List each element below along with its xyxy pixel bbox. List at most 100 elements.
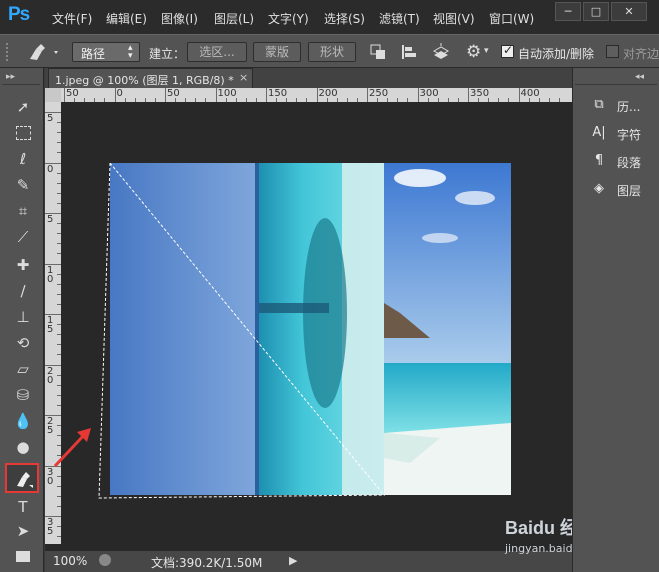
clone-stamp-tool-icon[interactable]: ⊥ (10, 306, 36, 328)
status-menu-arrow-icon[interactable]: ▶ (289, 554, 297, 567)
ruler-minor-tick (57, 334, 61, 336)
menu-view[interactable]: 视图(V) (433, 10, 475, 27)
ruler-minor-tick (57, 394, 61, 396)
ruler-minor-tick (57, 223, 61, 225)
ruler-minor-tick (508, 98, 510, 102)
ruler-minor-tick (356, 98, 358, 102)
make-mask-button[interactable]: 蒙版 (253, 42, 301, 62)
document-area: 1.jpeg @ 100% (图层 1, RGB/8) * × 50 0 50 100… (45, 68, 607, 572)
ruler-minor-tick (57, 536, 61, 538)
ruler-tick (215, 88, 217, 102)
tab-close-icon[interactable]: × (239, 71, 248, 84)
annotation-arrow (53, 428, 91, 468)
crop-tool-icon[interactable]: ⌗ (10, 200, 36, 222)
ruler-minor-tick (57, 495, 61, 497)
ruler-label: 5 (47, 113, 54, 124)
character-panel-button[interactable]: A| 字符 (591, 122, 655, 146)
move-tool-icon[interactable]: ➚ (10, 96, 36, 118)
ruler-label: 50 (167, 88, 180, 99)
menu-window[interactable]: 窗口(W) (489, 10, 534, 27)
settings-gear-button[interactable]: ⚙ ▾ (466, 42, 496, 62)
layers-panel-label: 图层 (617, 184, 642, 198)
make-shape-button[interactable]: 形状 (308, 42, 356, 62)
paint-bucket-tool-icon[interactable]: ⛁ (10, 384, 36, 406)
path-arrangement-icon[interactable] (432, 43, 450, 61)
document-tab[interactable]: 1.jpeg @ 100% (图层 1, RGB/8) * × (48, 68, 253, 88)
ruler-label: 15 (47, 315, 54, 335)
paragraph-panel-button[interactable]: ¶ 段落 (591, 150, 655, 174)
ruler-minor-tick (124, 98, 126, 102)
align-edges-checkbox[interactable] (606, 45, 619, 58)
dodge-tool-icon[interactable]: ● (10, 436, 36, 458)
history-brush-tool-icon[interactable]: ⟲ (10, 332, 36, 354)
mode-select-value: 路径 (81, 47, 106, 61)
history-panel-button[interactable]: ⧉ 历... (591, 94, 655, 118)
menu-type[interactable]: 文字(Y) (268, 10, 309, 27)
lasso-tool-icon[interactable]: ℓ (10, 148, 36, 170)
blur-tool-icon[interactable]: 💧 (10, 410, 36, 432)
ruler-minor-tick (57, 122, 61, 124)
menu-select[interactable]: 选择(S) (324, 10, 365, 27)
menu-image[interactable]: 图像(I) (161, 10, 198, 27)
eyedropper-tool-icon[interactable]: ⟋ (10, 226, 36, 248)
ruler-label: 350 (470, 88, 490, 99)
ruler-minor-tick (255, 98, 257, 102)
ruler-minor-tick (447, 98, 449, 102)
ruler-minor-tick (498, 98, 500, 102)
menu-file[interactable]: 文件(F) (52, 10, 92, 27)
ruler-minor-tick (296, 98, 298, 102)
ruler-minor-tick (245, 98, 247, 102)
healing-brush-tool-icon[interactable]: ✚ (10, 254, 36, 276)
layers-panel-button[interactable]: ◈ 图层 (591, 178, 655, 202)
menu-bar: Ps 文件(F) 编辑(E) 图像(I) 图层(L) 文字(Y) 选择(S) 滤… (0, 0, 659, 34)
brush-tool-icon[interactable]: ∕ (10, 280, 36, 302)
character-panel-label: 字符 (617, 128, 642, 142)
restore-button[interactable]: □ (583, 2, 609, 21)
options-bar-grip[interactable] (6, 43, 16, 61)
character-icon: A| (592, 125, 606, 140)
ruler-label: 0 (47, 163, 54, 175)
ruler-label: 300 (419, 88, 439, 99)
ruler-minor-tick (57, 273, 61, 275)
make-selection-button[interactable]: 选区... (187, 42, 247, 62)
collapse-arrows-icon[interactable]: ◂◂ (635, 72, 644, 82)
pen-tool-button[interactable] (5, 463, 39, 493)
toolbar-divider (2, 84, 40, 85)
panel-dock: ◂◂ ⧉ 历... A| 字符 ¶ 段落 ◈ 图层 (572, 68, 659, 572)
menu-layer[interactable]: 图层(L) (214, 10, 254, 27)
zoom-level[interactable]: 100% (53, 554, 87, 568)
minimize-button[interactable]: ─ (555, 2, 581, 21)
ruler-minor-tick (457, 98, 459, 102)
type-tool-icon[interactable]: T (10, 496, 36, 518)
pen-tool-preset-picker[interactable] (24, 41, 64, 63)
ruler-origin[interactable] (45, 88, 61, 102)
ruler-minor-tick (57, 344, 61, 346)
share-icon[interactable] (99, 554, 111, 566)
ruler-minor-tick (57, 485, 61, 487)
ruler-minor-tick (57, 192, 61, 194)
eraser-tool-icon[interactable]: ▱ (10, 358, 36, 380)
ruler-tick (518, 88, 520, 102)
close-button[interactable]: ✕ (611, 2, 647, 21)
collapse-arrows-icon[interactable]: ▸▸ (6, 72, 15, 82)
path-selection-tool-icon[interactable]: ➤ (10, 520, 36, 542)
ruler-minor-tick (57, 505, 61, 507)
menu-edit[interactable]: 编辑(E) (106, 10, 147, 27)
quick-selection-tool-icon[interactable]: ✎ (10, 174, 36, 196)
ruler-tick (367, 88, 368, 102)
auto-add-delete-checkbox[interactable]: ✓ (501, 43, 514, 58)
ruler-label: 50 (66, 88, 79, 99)
ruler-minor-tick (57, 142, 61, 144)
marquee-tool-icon[interactable] (10, 122, 36, 144)
path-alignment-icon[interactable] (401, 44, 417, 60)
menu-filter[interactable]: 滤镜(T) (379, 10, 420, 27)
paragraph-icon: ¶ (594, 153, 604, 168)
path-operations-icon[interactable] (370, 44, 386, 60)
ruler-minor-tick (57, 202, 61, 204)
shape-tool-icon[interactable] (10, 546, 36, 568)
options-bar: 路径 ▴▾ 建立： 选区... 蒙版 形状 ⚙ ▾ ✓ 自动添加/删除 对齐边缘 (0, 34, 659, 68)
align-edges-label: 对齐边缘 (623, 47, 659, 61)
mode-select[interactable]: 路径 ▴ ▾ (72, 42, 140, 62)
ruler-label: 400 (520, 88, 540, 99)
ruler-minor-tick (84, 98, 86, 102)
